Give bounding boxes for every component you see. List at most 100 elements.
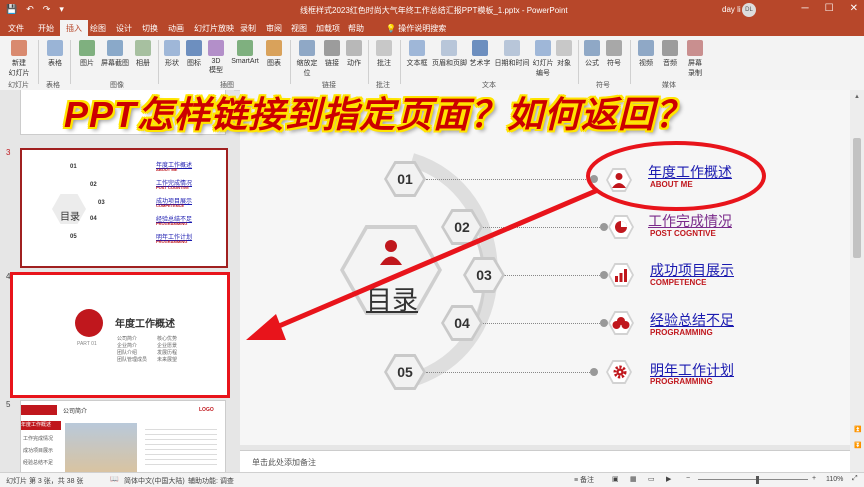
table-icon bbox=[47, 40, 63, 56]
link-item[interactable]: 工作完成情况 bbox=[648, 211, 732, 231]
link-button[interactable]: 链接 bbox=[322, 40, 342, 68]
status-bar: 幻灯片 第 3 张，共 38 张 📖 简体中文(中国大陆) 辅助功能: 调查 ≡… bbox=[0, 472, 864, 487]
maximize-button[interactable]: ☐ bbox=[825, 3, 834, 14]
scroll-up-icon[interactable]: ▲ bbox=[854, 94, 860, 100]
slide-thumbnail-5[interactable]: 公司简介 LOGO 年度工作概述 工作完成情况 成功项目展示 经验总结不足 bbox=[20, 400, 226, 473]
zoom-icon bbox=[299, 40, 315, 56]
zoom-level[interactable]: 110% bbox=[826, 476, 843, 483]
tab-slideshow[interactable]: 幻灯片放映 bbox=[194, 23, 234, 34]
tab-review[interactable]: 审阅 bbox=[266, 23, 282, 34]
user-name[interactable]: day li bbox=[722, 5, 741, 14]
photo-album-button[interactable]: 相册 bbox=[132, 40, 154, 68]
wordart-button[interactable]: 艺术字 bbox=[468, 40, 492, 68]
close-button[interactable]: ✕ bbox=[850, 3, 858, 14]
item-subtitle: PROGRAMMING bbox=[650, 377, 713, 386]
person-icon bbox=[380, 240, 402, 265]
pictures-button[interactable]: 图片 bbox=[76, 40, 98, 68]
quick-access-toolbar: 💾 ↶ ↷ ▾ bbox=[6, 4, 64, 15]
tab-home[interactable]: 开始 bbox=[38, 23, 54, 34]
thumb4-bullet: 企业简介 bbox=[117, 343, 138, 349]
tutorial-title-overlay: PPT怎样链接到指定页面？如何返回？ bbox=[64, 94, 693, 135]
tab-design[interactable]: 设计 bbox=[116, 23, 132, 34]
money-bag-icon bbox=[612, 317, 630, 329]
equation-button[interactable]: 公式 bbox=[582, 40, 602, 68]
slideshow-view-icon[interactable]: ▶ bbox=[666, 475, 671, 483]
link-item[interactable]: 经验总结不足 bbox=[650, 310, 734, 330]
normal-view-icon[interactable]: ▣ bbox=[612, 475, 619, 483]
reading-view-icon[interactable]: ▭ bbox=[648, 475, 655, 483]
fit-slide-icon[interactable]: ⤢ bbox=[852, 475, 858, 483]
textbox-button[interactable]: 文本框 bbox=[404, 40, 430, 68]
minimize-button[interactable]: ─ bbox=[802, 3, 809, 14]
slide-thumbnail-panel[interactable]: 3 目录 01 02 03 04 05 年度工作概述 ABOUT ME 工作完成… bbox=[0, 90, 234, 473]
tab-animations[interactable]: 动画 bbox=[168, 23, 184, 34]
smartart-button[interactable]: SmartArt bbox=[228, 40, 262, 65]
tab-file[interactable]: 文件 bbox=[8, 23, 24, 34]
zoom-button[interactable]: 缩放定 位 bbox=[294, 40, 320, 78]
comment-button[interactable]: 批注 bbox=[374, 40, 394, 68]
tab-addins[interactable]: 加载项 bbox=[316, 23, 340, 34]
connector-line bbox=[504, 275, 600, 276]
slide-sorter-icon[interactable]: ▦ bbox=[630, 475, 637, 483]
chart-button[interactable]: 图表 bbox=[264, 40, 284, 68]
notes-pane[interactable]: 单击此处添加备注 bbox=[240, 450, 850, 473]
thumb4-bullet: 核心优势 bbox=[157, 336, 178, 342]
next-slide-icon[interactable]: ⏬ bbox=[854, 442, 861, 449]
audio-button[interactable]: 音频 bbox=[660, 40, 680, 68]
picture-icon bbox=[79, 40, 95, 56]
thumb5-menu: 经验总结不足 bbox=[23, 460, 54, 466]
symbol-button[interactable]: 符号 bbox=[604, 40, 624, 68]
tab-draw[interactable]: 绘图 bbox=[90, 23, 106, 34]
pi-icon bbox=[584, 40, 600, 56]
language-status[interactable]: 简体中文(中国大陆) bbox=[124, 476, 185, 486]
notes-toggle[interactable]: ≡ 备注 bbox=[574, 475, 594, 485]
slide-editor[interactable]: 01 02 03 04 05 目录 年度工作概述 ABOUT ME 工作完成情况… bbox=[240, 90, 850, 445]
screen-recording-button[interactable]: 屏幕 录制 bbox=[684, 40, 706, 78]
header-footer-button[interactable]: 页眉和页脚 bbox=[432, 40, 467, 68]
screenshot-icon bbox=[107, 40, 123, 56]
slide-number-icon bbox=[535, 40, 551, 56]
thumb5-building-image bbox=[65, 423, 137, 473]
video-button[interactable]: 视频 bbox=[636, 40, 656, 68]
tab-help[interactable]: 帮助 bbox=[348, 23, 364, 34]
pie-chart-icon bbox=[615, 221, 627, 233]
screenshot-button[interactable]: 屏幕截图 bbox=[100, 40, 130, 68]
zoom-slider-thumb[interactable] bbox=[756, 476, 759, 484]
tab-transitions[interactable]: 切换 bbox=[142, 23, 158, 34]
icons-button[interactable]: 图标 bbox=[184, 40, 204, 68]
save-icon[interactable]: 💾 bbox=[6, 4, 17, 15]
person-icon bbox=[612, 173, 626, 188]
undo-icon[interactable]: ↶ bbox=[26, 4, 34, 15]
vertical-scrollbar[interactable]: ▲ ⏫ ⏬ bbox=[850, 90, 864, 472]
tab-insert[interactable]: 插入 bbox=[60, 20, 88, 36]
object-button[interactable]: 对象 bbox=[554, 40, 574, 68]
avatar[interactable]: DL bbox=[742, 3, 756, 17]
tab-record[interactable]: 录制 bbox=[240, 23, 256, 34]
table-button[interactable]: 表格 bbox=[44, 40, 66, 68]
redo-icon[interactable]: ↷ bbox=[43, 4, 51, 15]
slide-thumbnail-4[interactable]: PART 01 年度工作概述 公司简介 核心优势 企业简介 企业愿景 团队介绍 … bbox=[10, 272, 230, 398]
thumb4-bullet: 发展历程 bbox=[157, 350, 178, 356]
spelling-icon[interactable]: 📖 bbox=[110, 475, 119, 483]
tell-me-search[interactable]: 💡 操作说明搜索 bbox=[386, 23, 446, 34]
previous-slide-icon[interactable]: ⏫ bbox=[854, 426, 861, 433]
scrollbar-thumb[interactable] bbox=[853, 138, 861, 258]
accessibility-status[interactable]: 辅助功能: 调查 bbox=[188, 476, 234, 486]
slide-number-button[interactable]: 幻灯片 编号 bbox=[532, 40, 554, 78]
new-slide-button[interactable]: 新建 幻灯片 bbox=[6, 40, 32, 78]
link-item[interactable]: 年度工作概述 bbox=[648, 162, 732, 182]
zoom-in-icon[interactable]: + bbox=[812, 475, 816, 482]
zoom-out-icon[interactable]: − bbox=[686, 475, 690, 482]
link-item[interactable]: 成功项目展示 bbox=[650, 260, 734, 280]
shapes-button[interactable]: 形状 bbox=[162, 40, 182, 68]
video-icon bbox=[638, 40, 654, 56]
wordart-icon bbox=[472, 40, 488, 56]
3d-models-button[interactable]: 3D 模型 bbox=[206, 40, 226, 75]
zoom-slider[interactable] bbox=[698, 479, 808, 480]
slide-thumbnail-3[interactable]: 目录 01 02 03 04 05 年度工作概述 ABOUT ME 工作完成情况… bbox=[20, 148, 228, 268]
toc-label[interactable]: 目录 bbox=[366, 280, 418, 317]
action-button[interactable]: 动作 bbox=[344, 40, 364, 68]
customize-qat-icon[interactable]: ▾ bbox=[59, 4, 64, 15]
tab-view[interactable]: 视图 bbox=[291, 23, 307, 34]
date-time-button[interactable]: 日期和时间 bbox=[494, 40, 530, 68]
